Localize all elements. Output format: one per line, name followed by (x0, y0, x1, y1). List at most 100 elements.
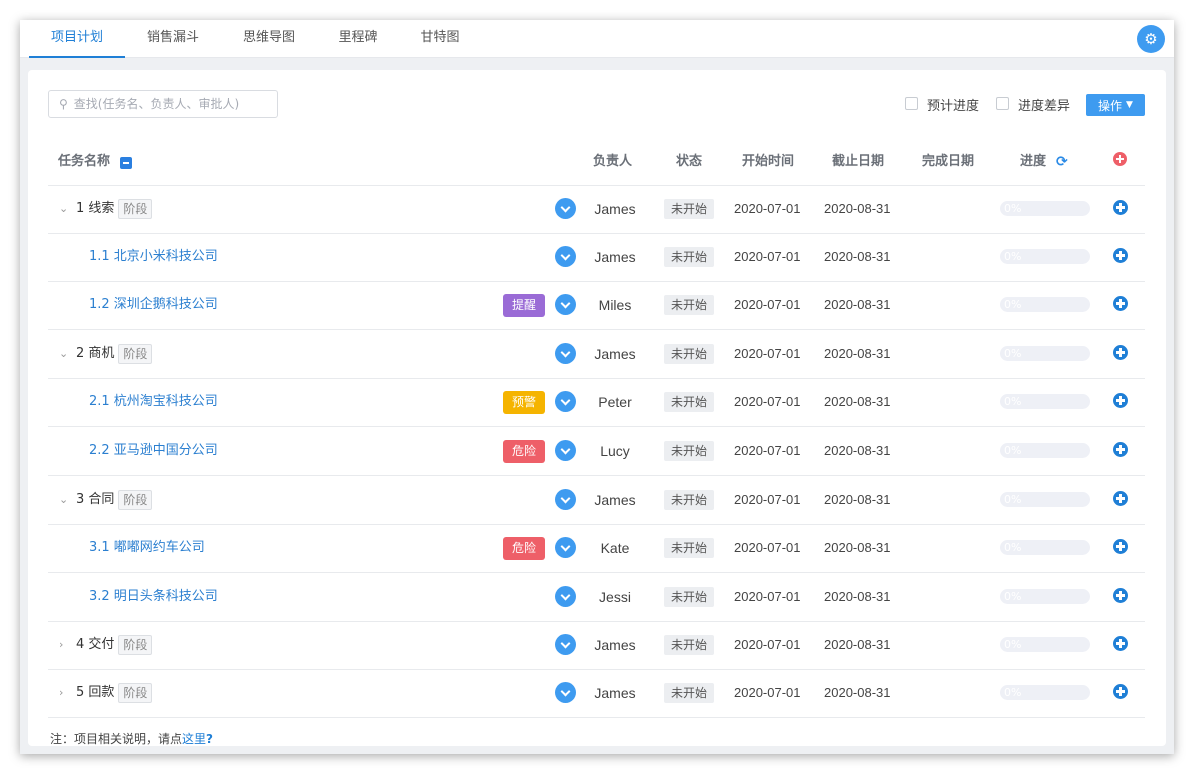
task-link[interactable]: 1.1 北京小米科技公司 (89, 233, 218, 281)
task-link[interactable]: 2.1 杭州淘宝科技公司 (89, 378, 218, 426)
start-date: 2020-07-01 (734, 443, 801, 458)
tab-milestone[interactable]: 里程碑 (325, 20, 391, 58)
search-input[interactable] (73, 97, 264, 111)
progress-text: 0% (1004, 541, 1022, 554)
add-subtask-icon[interactable] (1113, 588, 1128, 603)
add-subtask-icon[interactable] (1113, 345, 1128, 360)
row-dropdown-button[interactable] (555, 489, 576, 510)
task-link[interactable]: 2.2 亚马逊中国分公司 (89, 427, 218, 475)
row-dropdown-button[interactable] (555, 294, 576, 315)
col-header-start: 开始时间 (742, 154, 795, 169)
progress-bar: 0% (1000, 540, 1090, 555)
progress-text: 0% (1004, 250, 1022, 263)
row-dropdown-button[interactable] (555, 246, 576, 267)
planned-progress-checkbox[interactable] (905, 97, 918, 110)
task-name: 2 商机 阶段 (76, 330, 153, 378)
start-date: 2020-07-01 (734, 685, 801, 700)
status-badge: 未开始 (664, 635, 715, 655)
chevron-right-icon[interactable]: › (59, 621, 63, 669)
owner: James (594, 637, 636, 653)
table-row: 2.1 杭州淘宝科技公司 预警 Peter 未开始 2020-07-01 2020-08-… (28, 378, 1166, 426)
collapse-all-icon[interactable] (120, 157, 132, 169)
progress-text: 0% (1004, 298, 1022, 311)
row-dropdown-button[interactable] (555, 586, 576, 607)
tab-project-plan[interactable]: 项目计划 (29, 20, 125, 58)
table-row: › 5 回款 阶段 James 未开始 2020-07-01 2020-08-31 0% (28, 669, 1166, 717)
search-icon: ⚲ (59, 97, 68, 111)
start-date: 2020-07-01 (734, 201, 801, 216)
start-date: 2020-07-01 (734, 394, 801, 409)
task-link[interactable]: 3.1 嘟嘟网约车公司 (89, 524, 205, 572)
row-dropdown-button[interactable] (555, 537, 576, 558)
deadline-date: 2020-08-31 (824, 249, 891, 264)
table-row: 1.2 深圳企鹅科技公司 提醒 Miles 未开始 2020-07-01 2020-08-… (28, 281, 1166, 329)
ops-label: 操作 (1098, 98, 1123, 113)
chevron-down-icon[interactable]: ⌄ (59, 185, 68, 233)
progress-text: 0% (1004, 202, 1022, 215)
task-label: 1 线索 (76, 201, 115, 216)
tab-gantt[interactable]: 甘特图 (407, 20, 473, 58)
alert-tag: 预警 (503, 391, 545, 414)
add-subtask-icon[interactable] (1113, 296, 1128, 311)
add-subtask-icon[interactable] (1113, 200, 1128, 215)
stage-tag: 阶段 (118, 682, 153, 703)
deadline-date: 2020-08-31 (824, 297, 891, 312)
col-header-task-name: 任务名称 (58, 154, 111, 169)
deadline-date: 2020-08-31 (824, 540, 891, 555)
alert-tag: 提醒 (503, 294, 545, 317)
chevron-right-icon[interactable]: › (59, 669, 63, 717)
status-badge: 未开始 (664, 538, 715, 558)
table-row: ⌄ 2 商机 阶段 James 未开始 2020-07-01 2020-08-31 0% (28, 330, 1166, 378)
start-date: 2020-07-01 (734, 492, 801, 507)
row-dropdown-button[interactable] (555, 198, 576, 219)
owner: James (594, 346, 636, 362)
progress-diff-label: 进度差异 (1018, 99, 1071, 114)
add-subtask-icon[interactable] (1113, 539, 1128, 554)
add-task-icon[interactable] (1113, 152, 1127, 166)
task-name: 4 交付 阶段 (76, 621, 153, 669)
progress-bar: 0% (1000, 249, 1090, 264)
task-link[interactable]: 1.2 深圳企鹅科技公司 (89, 281, 218, 329)
add-subtask-icon[interactable] (1113, 684, 1128, 699)
refresh-icon[interactable]: ⟳ (1056, 150, 1068, 174)
deadline-date: 2020-08-31 (824, 201, 891, 216)
deadline-date: 2020-08-31 (824, 346, 891, 361)
add-subtask-icon[interactable] (1113, 636, 1128, 651)
row-dropdown-button[interactable] (555, 634, 576, 655)
deadline-date: 2020-08-31 (824, 589, 891, 604)
tab-sales-funnel[interactable]: 销售漏斗 (133, 20, 213, 58)
progress-text: 0% (1004, 395, 1022, 408)
tab-mind-map[interactable]: 思维导图 (229, 20, 309, 58)
task-name: 1 线索 阶段 (76, 185, 153, 233)
status-badge: 未开始 (664, 199, 715, 219)
chevron-down-icon[interactable]: ⌄ (59, 476, 68, 524)
status-badge: 未开始 (664, 392, 715, 412)
add-subtask-icon[interactable] (1113, 248, 1128, 263)
task-link[interactable]: 3.2 明日头条科技公司 (89, 573, 218, 621)
settings-button[interactable]: ⚙ (1137, 25, 1165, 53)
row-dropdown-button[interactable] (555, 440, 576, 461)
add-subtask-icon[interactable] (1113, 491, 1128, 506)
table-row: › 4 交付 阶段 James 未开始 2020-07-01 2020-08-31 0% (28, 621, 1166, 669)
row-dropdown-button[interactable] (555, 391, 576, 412)
start-date: 2020-07-01 (734, 346, 801, 361)
table-row: ⌄ 3 合同 阶段 James 未开始 2020-07-01 2020-08-31 0% (28, 476, 1166, 524)
note-text: 注：项目相关说明，请点 (50, 732, 183, 746)
chevron-down-icon[interactable]: ⌄ (59, 330, 68, 378)
stage-tag: 阶段 (118, 489, 153, 510)
progress-diff-checkbox[interactable] (996, 97, 1009, 110)
chevron-down-icon: ▼ (1126, 100, 1133, 110)
row-dropdown-button[interactable] (555, 343, 576, 364)
progress-bar: 0% (1000, 685, 1090, 700)
progress-text: 0% (1004, 686, 1022, 699)
note-link[interactable]: 这里 (182, 732, 206, 746)
stage-tag: 阶段 (118, 198, 153, 219)
add-subtask-icon[interactable] (1113, 442, 1128, 457)
start-date: 2020-07-01 (734, 297, 801, 312)
search-box[interactable]: ⚲ (48, 90, 278, 118)
row-dropdown-button[interactable] (555, 682, 576, 703)
add-subtask-icon[interactable] (1113, 393, 1128, 408)
progress-text: 0% (1004, 347, 1022, 360)
help-icon: ? (206, 732, 213, 746)
operations-dropdown-button[interactable]: 操作 ▼ (1086, 94, 1145, 116)
